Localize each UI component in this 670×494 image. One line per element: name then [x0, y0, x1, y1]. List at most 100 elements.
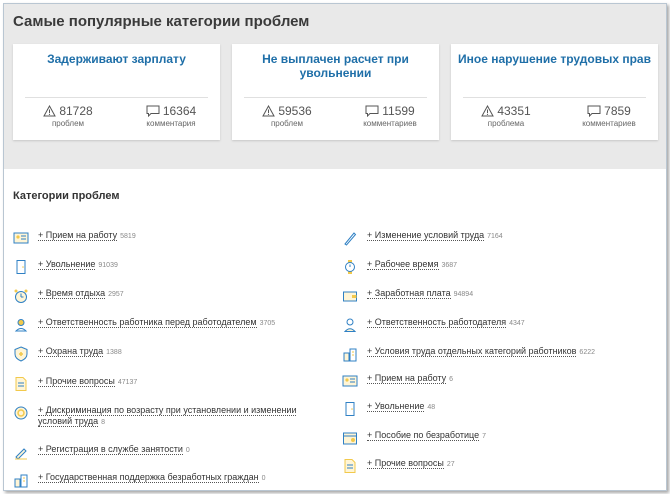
category-count: 27: [446, 461, 455, 468]
problems-stat: 59536 проблем: [252, 104, 322, 128]
category-label[interactable]: Дискриминация по возрасту при установлен…: [46, 405, 297, 415]
category-label[interactable]: Прием на работу: [375, 373, 446, 383]
category-item[interactable]: + Дискриминация по возрасту при установл…: [13, 405, 297, 428]
worker-icon: [14, 319, 28, 332]
card-title[interactable]: Иное нарушение трудовых прав: [451, 52, 658, 66]
warning-icon: [481, 105, 495, 117]
category-label[interactable]: Пособие по безработице: [375, 430, 479, 440]
document-icon: [15, 377, 27, 391]
popular-section: Самые популярные категории проблем Задер…: [4, 4, 666, 169]
category-count: 8: [101, 419, 105, 426]
category-item[interactable]: + Увольнение 48: [342, 401, 435, 417]
category-label[interactable]: Прочие вопросы: [46, 376, 115, 386]
category-count: 7164: [487, 233, 503, 240]
buildings-icon: [343, 348, 357, 362]
category-count: 7: [482, 433, 486, 440]
category-label[interactable]: Увольнение: [375, 401, 425, 411]
alarm-clock-icon: [14, 289, 28, 303]
problems-stat: 43351 проблема: [471, 104, 541, 128]
card-title[interactable]: Задерживают зарплату: [13, 52, 220, 66]
shield-icon: [14, 346, 28, 362]
category-item[interactable]: + Рабочее время 3687: [342, 259, 457, 275]
comments-count: 7859: [604, 104, 631, 118]
problems-stat: 81728 проблем: [33, 104, 103, 128]
category-label[interactable]: Государственная поддержка безработных гр…: [46, 472, 259, 482]
category-label[interactable]: Прием на работу: [46, 230, 117, 240]
category-item[interactable]: + Ответственность работника перед работо…: [13, 317, 275, 333]
divider: [244, 97, 427, 98]
wallet-icon: [343, 291, 357, 302]
category-count: 6222: [579, 349, 595, 356]
warning-icon: [262, 105, 276, 117]
category-item[interactable]: + Увольнение 91039: [13, 259, 118, 275]
problems-label: проблема: [487, 119, 525, 128]
category-label[interactable]: Ответственность работодателя: [375, 317, 506, 327]
category-item[interactable]: + Изменение условий труда 7164: [342, 230, 503, 246]
category-count: 6: [449, 376, 454, 383]
popular-card[interactable]: Задерживают зарплату 81728 проблем 16364…: [13, 44, 220, 140]
comments-stat: 7859 комментариев: [569, 104, 649, 128]
divider: [25, 97, 208, 98]
category-label[interactable]: Увольнение: [46, 259, 96, 269]
page-title: Самые популярные категории проблем: [13, 13, 310, 30]
comments-label: комментариев: [582, 119, 636, 128]
categories-title: Категории проблем: [13, 190, 120, 202]
category-count: 3705: [259, 320, 276, 327]
category-label[interactable]: Рабочее время: [375, 259, 439, 269]
category-label[interactable]: Регистрация в службе занятости: [46, 444, 183, 454]
category-label[interactable]: Прочие вопросы: [375, 458, 444, 468]
category-count: 91039: [98, 262, 118, 269]
category-label[interactable]: Условия труда отдельных категорий работн…: [375, 346, 577, 356]
popular-card[interactable]: Иное нарушение трудовых прав 43351 пробл…: [451, 44, 658, 140]
category-label[interactable]: Изменение условий труда: [375, 230, 484, 240]
comment-icon: [146, 105, 160, 117]
badge-icon: [14, 406, 28, 420]
document-icon: [344, 459, 356, 473]
comments-stat: 16364 комментария: [131, 104, 211, 128]
categories-section: Категории проблем + Прием на работу 5819 …: [4, 169, 666, 490]
category-item[interactable]: + Прочие вопросы 47137: [13, 376, 137, 392]
category-item[interactable]: + Прием на работу 6: [342, 373, 453, 389]
pencil-icon: [344, 232, 357, 246]
category-count: 48: [427, 404, 436, 411]
watch-icon: [345, 260, 355, 274]
category-label-cont[interactable]: условий труда: [38, 416, 98, 426]
category-item[interactable]: + Пособие по безработице 7: [342, 430, 486, 446]
category-label[interactable]: Ответственность работника перед работода…: [46, 317, 257, 327]
pen-icon: [15, 448, 27, 460]
person-icon: [343, 318, 357, 332]
comments-stat: 11599 комментариев: [350, 104, 430, 128]
comments-count: 16364: [162, 104, 197, 118]
problems-count: 59536: [278, 104, 312, 118]
buildings-icon: [14, 474, 28, 488]
category-item[interactable]: + Прочие вопросы 27: [342, 458, 455, 474]
category-item[interactable]: + Регистрация в службе занятости 0: [13, 444, 190, 460]
category-item[interactable]: + Заработная плата 94894: [342, 288, 473, 304]
category-label[interactable]: Время отдыха: [46, 288, 105, 298]
id-card-icon: [342, 375, 358, 387]
category-item[interactable]: + Прием на работу 5819: [13, 230, 136, 246]
category-item[interactable]: + Условия труда отдельных категорий рабо…: [342, 346, 595, 362]
problems-label: проблем: [51, 119, 85, 128]
comments-label: комментария: [146, 119, 196, 128]
category-count: 3687: [441, 262, 458, 269]
category-item[interactable]: + Время отдыха 2957: [13, 288, 124, 304]
category-count: 0: [261, 475, 266, 482]
door-icon: [345, 402, 355, 416]
door-icon: [16, 260, 26, 274]
popular-card[interactable]: Не выплачен расчет при увольнении 59536 …: [232, 44, 439, 140]
category-item[interactable]: + Государственная поддержка безработных …: [13, 472, 265, 488]
problems-label: проблем: [270, 119, 304, 128]
problems-count: 43351: [497, 104, 531, 118]
card-title[interactable]: Не выплачен расчет при увольнении: [232, 52, 439, 80]
category-label[interactable]: Заработная плата: [375, 288, 451, 298]
calendar-money-icon: [343, 432, 357, 445]
category-item[interactable]: + Ответственность работодателя 4347: [342, 317, 525, 333]
category-count: 0: [185, 447, 190, 454]
category-item[interactable]: + Охрана труда 1388: [13, 346, 122, 362]
category-count: 4347: [509, 320, 525, 327]
id-card-icon: [13, 232, 29, 244]
warning-icon: [43, 105, 57, 117]
comment-icon: [587, 105, 601, 117]
category-label[interactable]: Охрана труда: [46, 346, 103, 356]
